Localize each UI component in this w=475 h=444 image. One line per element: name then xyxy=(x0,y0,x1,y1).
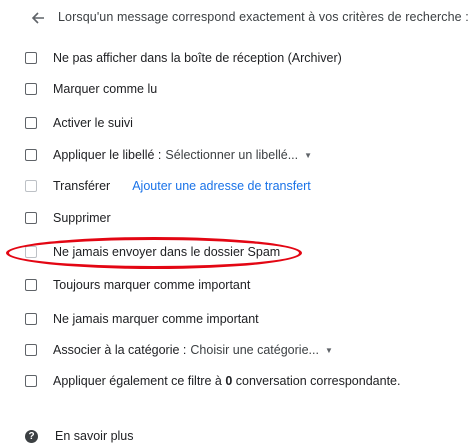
category-label: Associer à la catégorie : xyxy=(53,343,187,357)
never-spam-label: Ne jamais envoyer dans le dossier Spam xyxy=(53,245,281,259)
also-apply-prefix: Appliquer également ce filtre à xyxy=(53,374,222,388)
delete-checkbox[interactable] xyxy=(25,212,37,224)
star-checkbox[interactable] xyxy=(25,117,37,129)
caret-down-icon: ▼ xyxy=(304,150,313,160)
option-delete[interactable]: Supprimer xyxy=(25,209,465,227)
always-important-label: Toujours marquer comme important xyxy=(53,278,251,292)
apply-label-label: Appliquer le libellé : xyxy=(53,148,162,162)
option-apply-label[interactable]: Appliquer le libellé : Sélectionner un l… xyxy=(25,146,465,164)
archive-checkbox[interactable] xyxy=(25,52,37,64)
star-label: Activer le suivi xyxy=(53,116,133,130)
mark-read-label: Marquer comme lu xyxy=(53,82,158,96)
header-text: Lorsqu'un message correspond exactement … xyxy=(58,10,469,24)
also-apply-suffix: conversation correspondante. xyxy=(235,374,401,388)
option-category[interactable]: Associer à la catégorie : Choisir une ca… xyxy=(25,341,465,359)
never-spam-checkbox[interactable] xyxy=(25,246,37,258)
label-dropdown[interactable]: Sélectionner un libellé... ▼ xyxy=(165,148,312,162)
also-apply-checkbox[interactable] xyxy=(25,375,37,387)
question-circle-icon: ? xyxy=(25,429,38,443)
back-arrow-icon[interactable] xyxy=(29,9,47,27)
option-also-apply[interactable]: Appliquer également ce filtre à 0 conver… xyxy=(25,372,465,390)
add-forwarding-address-link[interactable]: Ajouter une adresse de transfert xyxy=(132,179,311,193)
option-star[interactable]: Activer le suivi xyxy=(25,114,465,132)
also-apply-label: Appliquer également ce filtre à 0 conver… xyxy=(53,374,400,388)
category-dropdown-value: Choisir une catégorie... xyxy=(190,343,319,357)
forward-label: Transférer xyxy=(53,179,111,193)
never-important-checkbox[interactable] xyxy=(25,313,37,325)
also-apply-count: 0 xyxy=(225,374,233,388)
option-never-important[interactable]: Ne jamais marquer comme important xyxy=(25,310,465,328)
caret-down-icon: ▼ xyxy=(324,345,333,355)
option-never-spam[interactable]: Ne jamais envoyer dans le dossier Spam xyxy=(25,243,465,261)
option-archive[interactable]: Ne pas afficher dans la boîte de récepti… xyxy=(25,49,465,67)
mark-read-checkbox[interactable] xyxy=(25,83,37,95)
forward-checkbox[interactable] xyxy=(25,180,37,192)
filter-header: Lorsqu'un message correspond exactement … xyxy=(0,9,475,27)
archive-label: Ne pas afficher dans la boîte de récepti… xyxy=(53,51,342,65)
learn-more-link[interactable]: En savoir plus xyxy=(55,429,134,443)
apply-label-checkbox[interactable] xyxy=(25,149,37,161)
always-important-checkbox[interactable] xyxy=(25,279,37,291)
label-dropdown-value: Sélectionner un libellé... xyxy=(165,148,299,162)
delete-label: Supprimer xyxy=(53,211,111,225)
option-always-important[interactable]: Toujours marquer comme important xyxy=(25,276,465,294)
learn-more-row[interactable]: ? En savoir plus xyxy=(25,428,134,444)
never-important-label: Ne jamais marquer comme important xyxy=(53,312,259,326)
option-forward[interactable]: Transférer Ajouter une adresse de transf… xyxy=(25,177,465,195)
option-mark-read[interactable]: Marquer comme lu xyxy=(25,80,465,98)
category-dropdown[interactable]: Choisir une catégorie... ▼ xyxy=(190,343,332,357)
category-checkbox[interactable] xyxy=(25,344,37,356)
